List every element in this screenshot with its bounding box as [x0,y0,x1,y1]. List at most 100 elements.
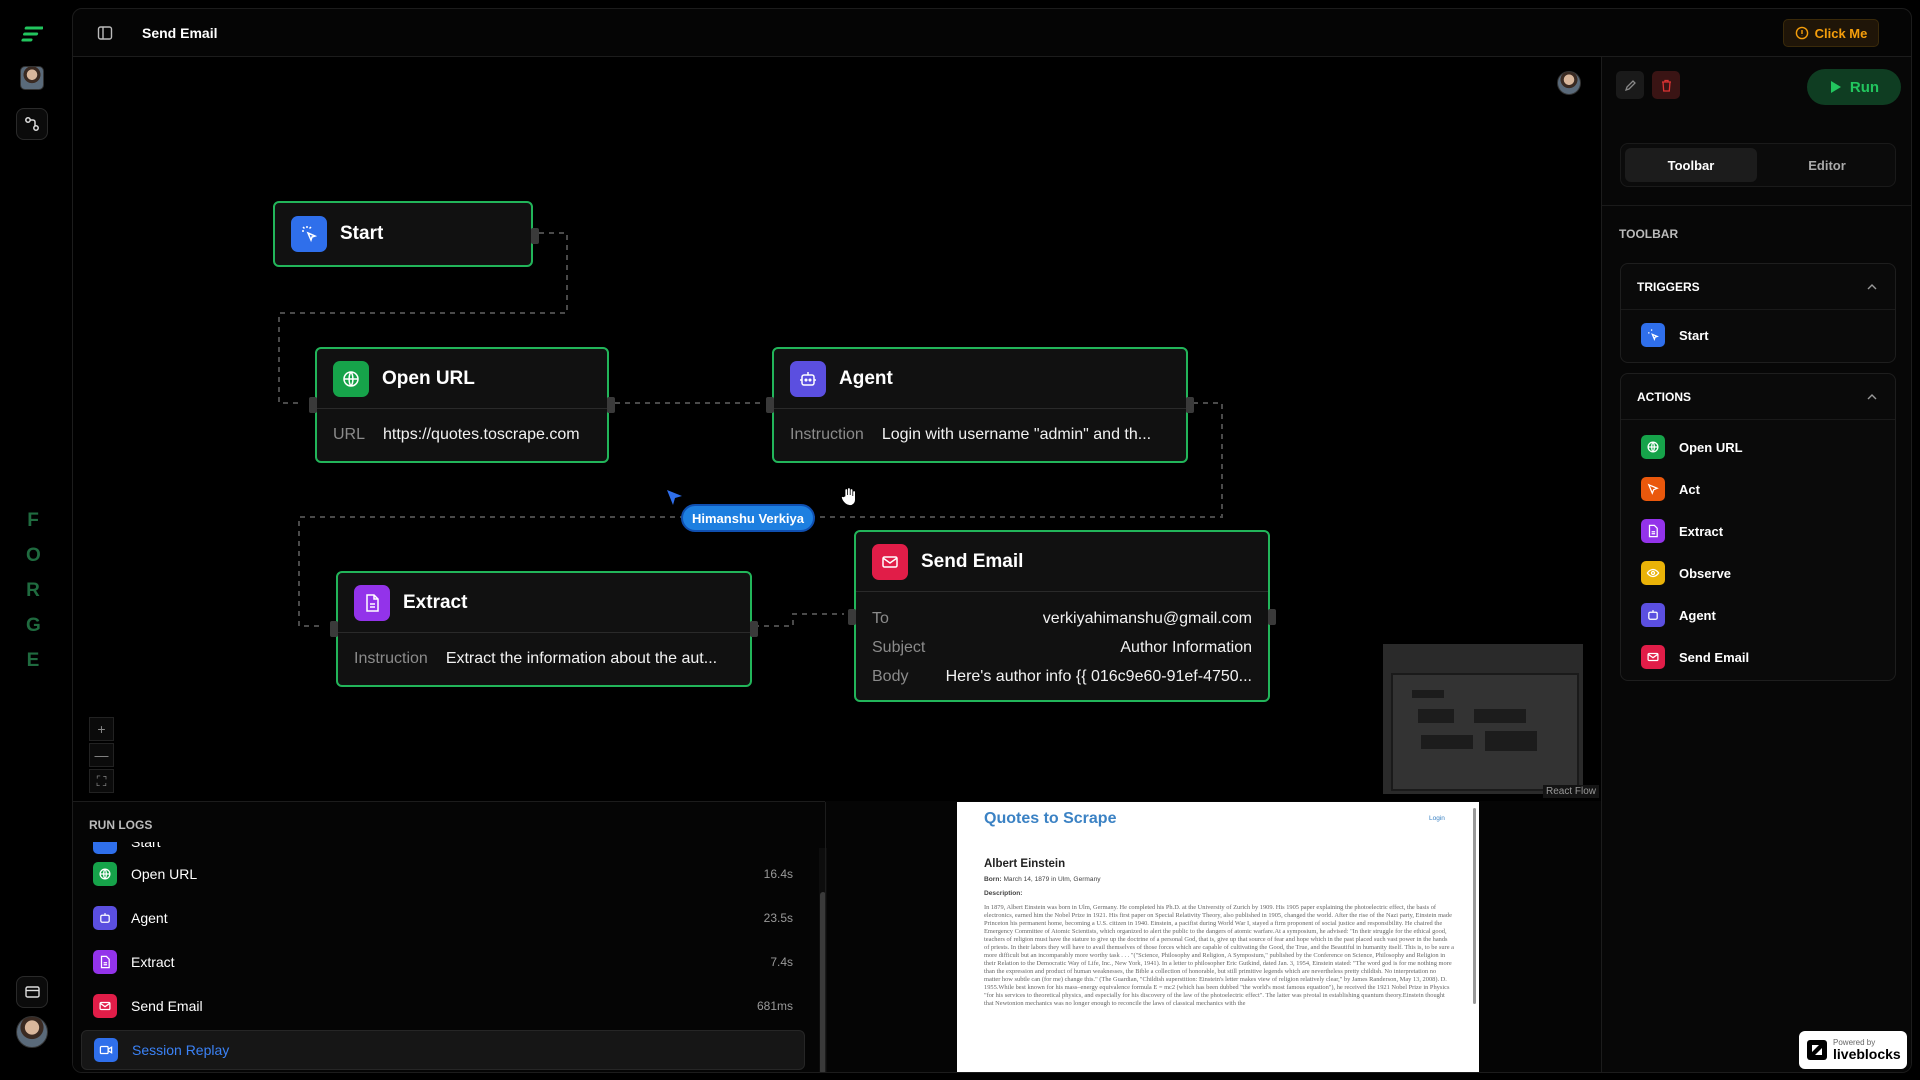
user-avatar[interactable] [16,1016,48,1048]
toolbar-item-agent[interactable]: Agent [1621,594,1895,636]
zoom-in-button[interactable]: + [89,717,114,741]
instruction-value: Login with username "admin" and th... [881,425,1152,443]
collaborator-avatar[interactable] [1557,71,1581,95]
log-item-session-replay[interactable]: Session Replay [81,1030,805,1070]
main-window: Send Email Click Me Start Open URL URL h… [72,8,1912,1073]
node-agent[interactable]: Agent Instruction Login with username "ad… [766,347,1194,463]
robot-icon [790,360,826,397]
log-item-extract[interactable]: Extract 7.4s [81,942,805,982]
click-me-button[interactable]: Click Me [1783,19,1879,47]
toolbar-item-open-url[interactable]: Open URL [1621,426,1895,468]
workflows-icon[interactable] [16,108,48,140]
document-icon [93,950,117,974]
robot-icon [1641,603,1665,627]
url-value: https://quotes.toscrape.com [383,425,580,443]
source-handle[interactable] [750,621,758,637]
source-handle[interactable] [531,228,539,244]
document-icon [1641,519,1665,543]
node-start[interactable]: Start [273,201,539,267]
run-button[interactable]: Run [1807,69,1901,105]
run-logs-panel: RUN LOGS Start Open URL 16.4s Agent 23.5s … [73,801,827,1072]
robot-icon [93,906,117,930]
node-send-email[interactable]: Send Email To verkiyahimanshu@gmail.com S… [848,530,1276,702]
actions-header[interactable]: ACTIONS [1621,374,1895,420]
toolbar-item-send-email[interactable]: Send Email [1621,636,1895,678]
react-flow-attribution[interactable]: React Flow [1543,785,1600,798]
fit-view-button[interactable]: ⛶ [89,769,114,793]
edge-extract-sendemail [754,613,844,627]
app-logo-icon[interactable] [16,18,48,50]
body-value: Here's author info {{ 016c9e60-91ef-4750… [945,667,1252,685]
collaborator-label: Himanshu Verkiya [681,504,815,532]
minimap[interactable] [1383,644,1583,794]
chevron-up-icon [1867,283,1877,289]
liveblocks-badge[interactable]: Powered by liveblocks [1799,1031,1907,1069]
pointer-click-icon [291,216,327,252]
section-title: TOOLBAR [1619,227,1679,241]
log-item-open-url[interactable]: Open URL 16.4s [81,854,805,894]
to-value: verkiyahimanshu@gmail.com [1042,609,1252,627]
preview-scrollbar[interactable] [1473,808,1476,1004]
billing-card-icon[interactable] [16,976,48,1008]
preview-login-link[interactable]: Login [1429,815,1445,822]
mail-icon [1641,645,1665,669]
triggers-card: TRIGGERS Start [1620,263,1896,363]
instruction-value: Extract the information about the aut... [445,649,718,667]
brand-vertical: FORGE [26,510,41,671]
log-item-agent[interactable]: Agent 23.5s [81,898,805,938]
source-handle[interactable] [607,397,615,413]
globe-icon [1641,435,1665,459]
tab-editor[interactable]: Editor [1761,148,1893,182]
hand-cursor-icon [841,487,856,506]
zoom-out-button[interactable]: — [89,743,114,767]
triggers-header[interactable]: TRIGGERS [1621,264,1895,310]
target-handle[interactable] [848,609,856,625]
source-handle[interactable] [1268,609,1276,625]
page-title: Send Email [142,25,218,41]
target-handle[interactable] [309,397,317,413]
session-preview[interactable]: Quotes to Scrape Login Albert Einstein B… [957,802,1479,1072]
pointer-click-icon [1641,323,1665,347]
globe-icon [333,360,369,397]
info-icon [1795,26,1808,40]
chevron-up-icon [1867,393,1877,399]
right-panel: Run Toolbar Editor TOOLBAR TRIGGERS Star… [1601,57,1911,1072]
run-logs-list[interactable]: Start Open URL 16.4s Agent 23.5s Extract 7.… [73,842,825,1072]
preview-born: Born: March 14, 1879 in Ulm, Germany [984,876,1101,883]
flow-canvas[interactable]: Start Open URL URL https://quotes.toscrap… [73,57,1601,801]
workspace-avatar[interactable] [20,66,44,90]
subject-value: Author Information [1120,638,1252,656]
preview-description-label: Description: [984,890,1023,897]
sidebar-toggle-icon[interactable] [97,25,113,41]
preview-site-title: Quotes to Scrape [984,810,1117,827]
toolbar-item-observe[interactable]: Observe [1621,552,1895,594]
target-handle[interactable] [766,397,774,413]
document-icon [354,584,390,621]
toolbar-item-extract[interactable]: Extract [1621,510,1895,552]
trash-icon[interactable] [1652,71,1680,99]
globe-icon [93,862,117,886]
preview-author: Albert Einstein [984,858,1066,870]
eye-icon [1641,561,1665,585]
run-logs-title: RUN LOGS [89,818,153,832]
left-rail: FORGE [0,0,72,1080]
panel-tabs: Toolbar Editor [1620,143,1896,187]
actions-card: ACTIONS Open URL Act Extract Observe Age… [1620,373,1896,681]
tab-toolbar[interactable]: Toolbar [1625,148,1757,182]
toolbar-item-start[interactable]: Start [1621,314,1895,356]
preview-description: In 1879, Albert Einstein was born in Ulm… [984,904,1455,1007]
edit-icon[interactable] [1616,71,1644,99]
resize-handle[interactable] [825,802,833,1072]
mail-icon [872,543,908,580]
liveblocks-logo-icon [1807,1040,1827,1060]
node-open-url[interactable]: Open URL URL https://quotes.toscrape.com [309,347,615,463]
node-extract[interactable]: Extract Instruction Extract the informati… [330,571,758,687]
collaborator-cursor-icon [667,490,682,505]
source-handle[interactable] [1186,397,1194,413]
play-icon [1830,81,1841,93]
toolbar-item-act[interactable]: Act [1621,468,1895,510]
target-handle[interactable] [330,621,338,637]
top-bar: Send Email Click Me [73,9,1911,57]
log-item-send-email[interactable]: Send Email 681ms [81,986,805,1026]
video-icon [94,1038,118,1062]
